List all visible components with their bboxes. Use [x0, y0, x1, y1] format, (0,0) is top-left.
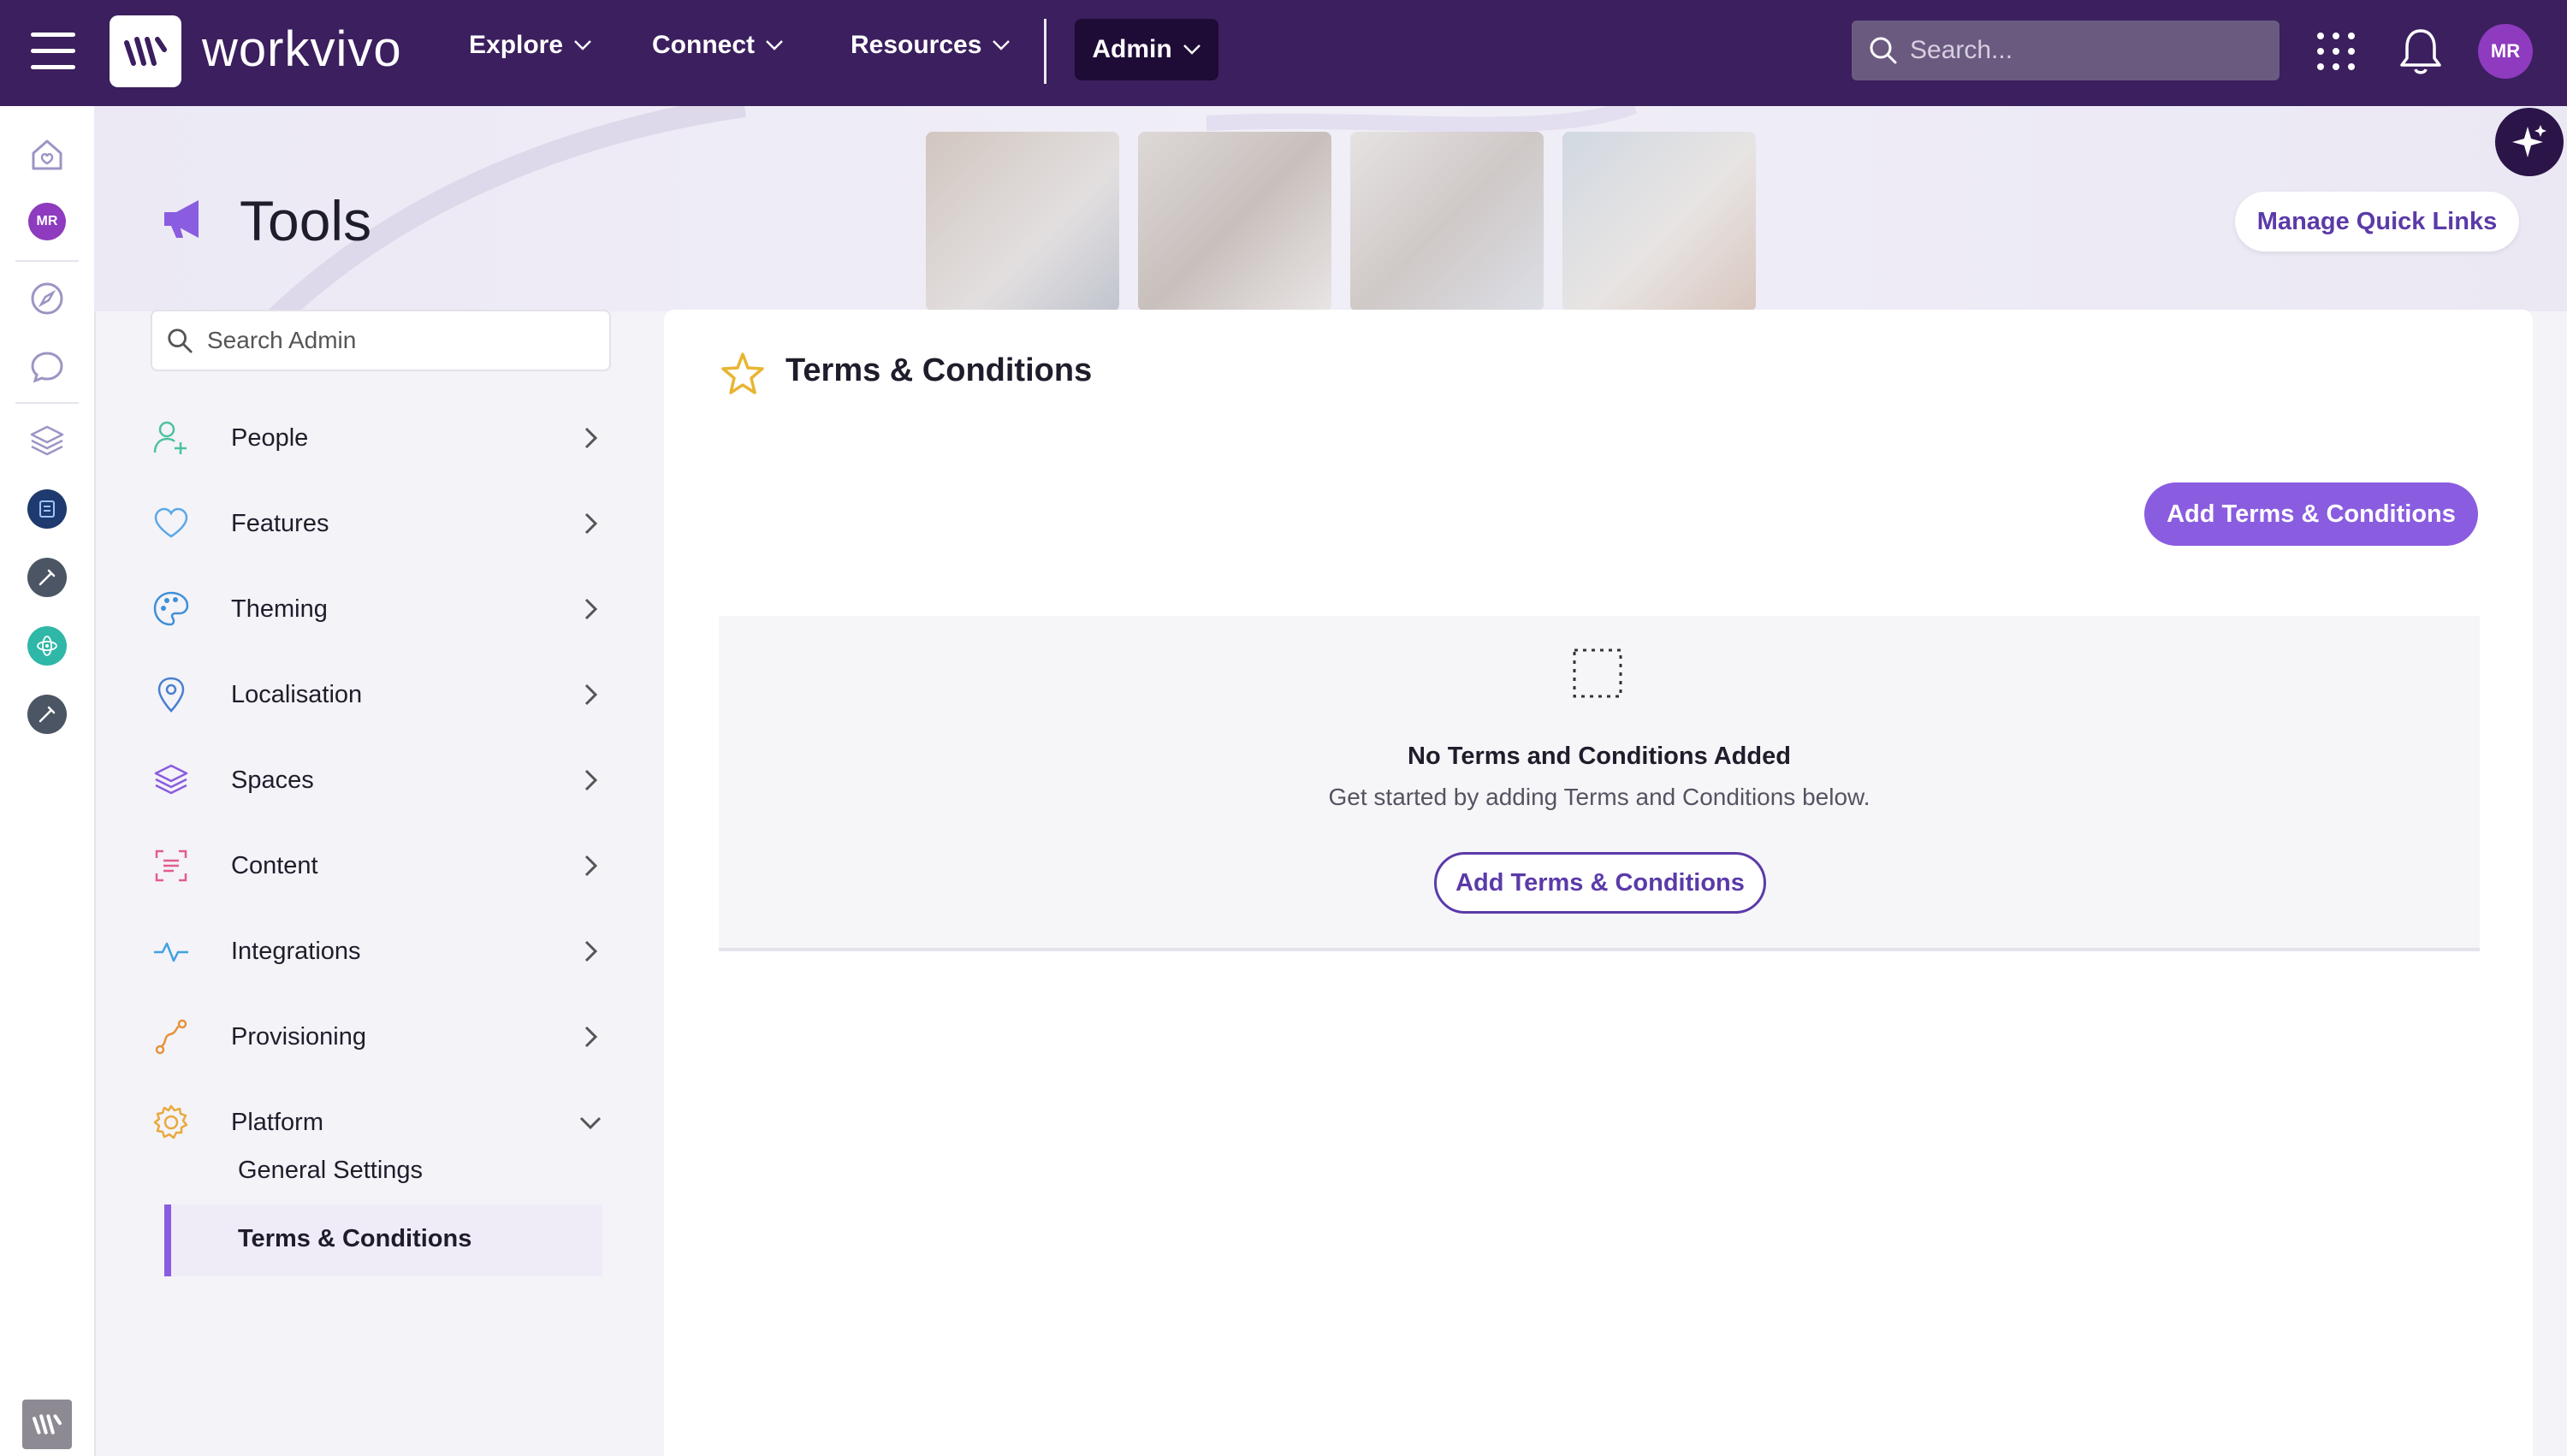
sidebar-item-label: People — [231, 423, 309, 452]
admin-label: Admin — [1092, 35, 1172, 63]
rail-divider — [15, 402, 79, 404]
sidebar-subitem-label: Terms & Conditions — [238, 1225, 472, 1252]
left-rail: MR — [0, 106, 96, 1456]
add-terms-outline-button[interactable]: Add Terms & Conditions — [1434, 852, 1766, 914]
star-icon — [721, 352, 764, 394]
add-terms-button[interactable]: Add Terms & Conditions — [2144, 482, 2478, 546]
space-icon[interactable] — [26, 488, 68, 530]
section-title: Terms & Conditions — [786, 352, 1093, 388]
sidebar-item-label: Spaces — [231, 766, 314, 794]
pulse-icon — [151, 931, 192, 972]
empty-placeholder-icon — [1573, 648, 1622, 698]
chevron-right-icon — [584, 427, 598, 449]
rail-avatar[interactable]: MR — [26, 200, 68, 243]
pin-icon — [151, 674, 192, 715]
search-icon — [168, 328, 193, 353]
user-avatar[interactable]: MR — [2478, 24, 2533, 79]
sidebar-item-label: Features — [231, 509, 329, 537]
rail-divider — [15, 260, 79, 262]
chevron-right-icon — [584, 684, 598, 706]
chat-icon[interactable] — [26, 346, 68, 388]
sidebar-item-people[interactable]: People — [151, 412, 608, 464]
sidebar-subitem-general-settings[interactable]: General Settings — [238, 1157, 423, 1185]
sidebar-item-localisation[interactable]: Localisation — [151, 669, 608, 720]
main-panel: Terms & Conditions Add Terms & Condition… — [664, 310, 2533, 1456]
sidebar-item-features[interactable]: Features — [151, 498, 608, 549]
chevron-right-icon — [584, 940, 598, 962]
sidebar-item-label: Theming — [231, 595, 328, 623]
atom-icon[interactable] — [26, 624, 68, 667]
content-icon — [151, 845, 192, 886]
chevron-down-icon — [993, 40, 1011, 50]
nav-explore-label: Explore — [469, 31, 564, 59]
sidebar-item-label: Provisioning — [231, 1022, 366, 1051]
layers-icon[interactable] — [26, 419, 68, 462]
sidebar-item-label: Localisation — [231, 680, 363, 708]
page-title: Tools — [240, 189, 372, 252]
bell-icon[interactable] — [2398, 26, 2444, 77]
empty-state-subtitle: Get started by adding Terms and Conditio… — [1328, 784, 1870, 810]
chevron-down-icon — [1183, 44, 1201, 55]
chevron-right-icon — [584, 598, 598, 620]
search-icon — [1870, 37, 1897, 64]
admin-menu-button[interactable]: Admin — [1075, 19, 1218, 80]
empty-state: No Terms and Conditions Added Get starte… — [719, 616, 2480, 951]
gear-icon — [151, 1102, 192, 1143]
tool-icon[interactable] — [26, 693, 68, 736]
palette-icon — [151, 589, 192, 630]
chevron-right-icon — [584, 512, 598, 535]
nav-connect-label: Connect — [652, 31, 755, 59]
nav-explore[interactable]: Explore — [469, 31, 592, 60]
empty-state-title: No Terms and Conditions Added — [1408, 743, 1791, 770]
apps-grid-icon[interactable] — [2315, 31, 2357, 72]
sidebar-subitem-terms-conditions[interactable]: Terms & Conditions — [164, 1204, 602, 1276]
sparkle-icon — [2512, 125, 2546, 157]
app-name: workvivo — [202, 21, 402, 77]
chevron-right-icon — [584, 1026, 598, 1048]
banner-photo — [1562, 132, 1756, 311]
banner-photo — [1350, 132, 1544, 311]
nav-divider — [1044, 19, 1046, 84]
home-icon[interactable] — [26, 133, 68, 176]
ai-assistant-button[interactable] — [2495, 108, 2564, 176]
sidebar-item-theming[interactable]: Theming — [151, 583, 608, 635]
heart-icon — [151, 503, 192, 544]
compass-icon[interactable] — [26, 277, 68, 320]
sidebar-item-label: Platform — [231, 1108, 323, 1136]
menu-icon[interactable] — [31, 33, 75, 72]
nav-resources[interactable]: Resources — [851, 31, 1011, 60]
chevron-down-icon — [574, 40, 591, 50]
chevron-right-icon — [584, 855, 598, 877]
chevron-right-icon — [584, 769, 598, 791]
sidebar-item-label: Content — [231, 851, 318, 879]
sidebar-item-platform[interactable]: Platform — [151, 1097, 608, 1148]
chevron-down-icon — [766, 40, 783, 50]
sidebar-item-content[interactable]: Content — [151, 840, 608, 891]
workvivo-small-logo[interactable] — [22, 1400, 72, 1449]
top-navigation-bar: workvivo Explore Connect Resources Admin… — [0, 0, 2567, 106]
nav-connect[interactable]: Connect — [652, 31, 784, 60]
megaphone-icon — [164, 200, 199, 238]
nav-resources-label: Resources — [851, 31, 982, 59]
workvivo-logo[interactable] — [110, 15, 181, 87]
sidebar-item-label: Integrations — [231, 937, 361, 965]
banner-photo — [1138, 132, 1331, 311]
tool-icon[interactable] — [26, 556, 68, 599]
manage-quick-links-button[interactable]: Manage Quick Links — [2235, 192, 2519, 252]
header-banner — [94, 106, 2567, 311]
add-user-icon — [151, 417, 192, 459]
global-search-input[interactable] — [1908, 35, 2271, 66]
sidebar-item-spaces[interactable]: Spaces — [151, 755, 608, 806]
sidebar-item-provisioning[interactable]: Provisioning — [151, 1011, 608, 1062]
rail-avatar-initials: MR — [28, 203, 66, 240]
banner-photo — [926, 132, 1119, 311]
layers-icon — [151, 760, 192, 801]
global-search[interactable] — [1852, 21, 2279, 80]
admin-search[interactable] — [151, 310, 611, 371]
admin-search-input[interactable] — [205, 326, 585, 355]
sidebar-item-integrations[interactable]: Integrations — [151, 926, 608, 977]
chevron-down-icon — [579, 1116, 602, 1130]
route-icon — [151, 1016, 192, 1057]
